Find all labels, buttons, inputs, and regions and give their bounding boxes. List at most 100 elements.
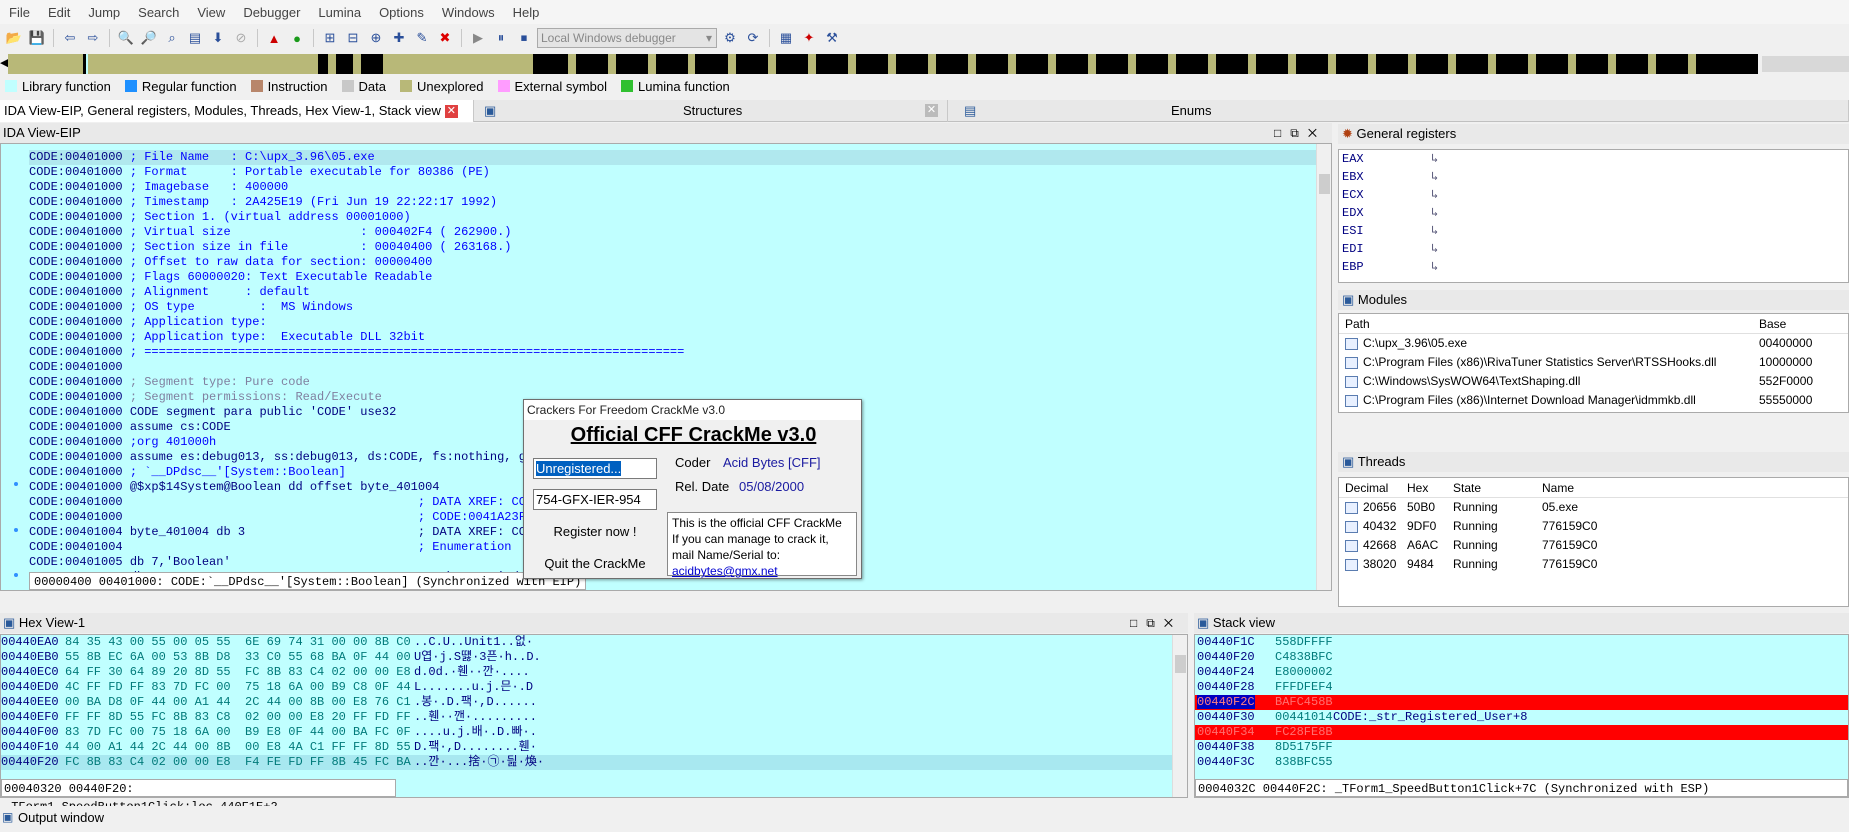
refresh-icon[interactable]: ⟳: [743, 28, 763, 48]
quit-button[interactable]: Quit the CrackMe: [533, 552, 657, 576]
stack-row[interactable]: 00440F1C 558DFFFF: [1195, 635, 1848, 650]
disasm-line[interactable]: CODE:00401000 ; Application type: Execut…: [29, 330, 1319, 345]
stack-row[interactable]: 00440F24 E8000002: [1195, 665, 1848, 680]
registers-panel[interactable]: EAX ↳ EBX ↳ ECX ↳ EDX ↳ ESI ↳ EDI ↳ EBP ↳: [1338, 149, 1849, 283]
green-circle-icon[interactable]: ●: [287, 28, 307, 48]
navigation-band[interactable]: [8, 54, 1758, 74]
pause-icon[interactable]: ⏸: [491, 28, 511, 48]
register-row[interactable]: ESI ↳: [1339, 222, 1848, 240]
stack-row[interactable]: 00440F3C 838BFC55: [1195, 755, 1848, 770]
stop-icon[interactable]: ⏹: [514, 28, 534, 48]
add-node-icon[interactable]: ⊞: [320, 28, 340, 48]
stack-row[interactable]: 00440F28 FFFDFEF4: [1195, 680, 1848, 695]
register-row[interactable]: ECX ↳: [1339, 186, 1848, 204]
breakpoint-icon[interactable]: ✦: [799, 28, 819, 48]
close-icon[interactable]: ✕: [925, 104, 938, 117]
nav-right-arrow-icon[interactable]: ▶: [1746, 56, 1754, 69]
col-name[interactable]: Name: [1542, 478, 1574, 498]
register-button[interactable]: Register now !: [533, 520, 657, 544]
hex-row[interactable]: 00440EE0 00 BA D8 0F 44 00 A1 44 2C 44 00…: [1, 695, 1187, 710]
add-code-icon[interactable]: ⊕: [366, 28, 386, 48]
search-binary-icon[interactable]: 🔎: [139, 28, 159, 48]
thread-row[interactable]: 40432 9DF0 Running 776159C0: [1339, 517, 1848, 536]
module-row[interactable]: C:\upx_3.96\05.exe 00400000: [1339, 334, 1848, 353]
hex-row[interactable]: 00440F00 83 7D FC 00 75 18 6A 00 B9 E8 0F…: [1, 725, 1187, 740]
nav-scroll[interactable]: [1762, 56, 1849, 72]
disasm-line[interactable]: CODE:00401000 ; OS type : MS Windows: [29, 300, 1319, 315]
scroll-thumb[interactable]: [1175, 655, 1186, 673]
jump-down-icon[interactable]: ⬇: [208, 28, 228, 48]
disasm-line[interactable]: CODE:00401000 ; Application type:: [29, 315, 1319, 330]
play-icon[interactable]: ▶: [468, 28, 488, 48]
disasm-line[interactable]: CODE:00401000 ; Alignment : default: [29, 285, 1319, 300]
debugger-select[interactable]: Local Windows debugger: [537, 28, 717, 48]
menu-view[interactable]: View: [188, 5, 234, 20]
thread-row[interactable]: 42668 A6AC Running 776159C0: [1339, 536, 1848, 555]
email-link[interactable]: acidbytes@gmx.net: [672, 563, 852, 579]
tab-structures[interactable]: ▣ Structures ✕: [478, 100, 948, 122]
menu-options[interactable]: Options: [370, 5, 433, 20]
menu-debugger[interactable]: Debugger: [234, 5, 309, 20]
hex-view[interactable]: 00440EA0 84 35 43 00 55 00 05 55 6E 69 74…: [0, 634, 1188, 814]
hex-row[interactable]: 00440EB0 55 8B EC 6A 00 53 8B D8 33 C0 55…: [1, 650, 1187, 665]
stack-row[interactable]: 00440F2C BAFC458B: [1195, 695, 1848, 710]
thread-row[interactable]: 38020 9484 Running 776159C0: [1339, 555, 1848, 574]
stack-view[interactable]: 00440F1C 558DFFFF 00440F20 C4838BFC 00440F24…: [1194, 634, 1849, 798]
col-hex[interactable]: Hex: [1407, 478, 1428, 498]
window-buttons[interactable]: □⧉✕: [1274, 123, 1326, 143]
layout-icon[interactable]: ▦: [776, 28, 796, 48]
hex-row[interactable]: 00440F10 44 00 A1 44 2C 44 00 8B 00 E8 4A…: [1, 740, 1187, 755]
disasm-line[interactable]: CODE:00401000 ; Timestamp : 2A425E19 (Fr…: [29, 195, 1319, 210]
menu-file[interactable]: File: [0, 5, 39, 20]
delete-icon[interactable]: ✖: [435, 28, 455, 48]
thread-row[interactable]: 20656 50B0 Running 05.exe: [1339, 498, 1848, 517]
output-window[interactable]: ▣ Output window: [0, 806, 1849, 832]
disasm-line[interactable]: CODE:00401000 ; File Name : C:\upx_3.96\…: [29, 150, 1319, 165]
open-icon[interactable]: 📂: [4, 28, 24, 48]
hex-row[interactable]: 00440EF0 FF FF 8D 55 FC 8B 83 C8 02 00 00…: [1, 710, 1187, 725]
window-buttons[interactable]: □⧉✕: [1130, 613, 1182, 633]
stack-row[interactable]: 00440F30 00441014 CODE:_str_Registered_Use…: [1195, 710, 1848, 725]
disasm-line[interactable]: CODE:00401000 ; ========================…: [29, 345, 1319, 360]
register-row[interactable]: EBX ↳: [1339, 168, 1848, 186]
disasm-line[interactable]: CODE:00401000 ; Format : Portable execut…: [29, 165, 1319, 180]
col-decimal[interactable]: Decimal: [1345, 478, 1388, 498]
alert-icon[interactable]: ▲: [264, 28, 284, 48]
search-text-icon[interactable]: 🔍: [116, 28, 136, 48]
col-path[interactable]: Path: [1345, 314, 1370, 334]
module-row[interactable]: C:\Program Files (x86)\RivaTuner Statist…: [1339, 353, 1848, 372]
tab-enums[interactable]: ▤ Enums: [958, 100, 1849, 122]
hex-row[interactable]: 00440EC0 64 FF 30 64 89 20 8D 55 FC 8B 83…: [1, 665, 1187, 680]
serial-field[interactable]: 754-GFX-IER-954: [533, 489, 657, 510]
add-node2-icon[interactable]: ⊟: [343, 28, 363, 48]
crackme-dialog[interactable]: Crackers For Freedom CrackMe v3.0 Offici…: [523, 399, 862, 579]
save-icon[interactable]: 💾: [27, 28, 47, 48]
menu-windows[interactable]: Windows: [433, 5, 504, 20]
name-field[interactable]: Unregistered...: [533, 458, 657, 479]
disasm-line[interactable]: CODE:00401000 ; Section size in file : 0…: [29, 240, 1319, 255]
edit-icon[interactable]: ✎: [412, 28, 432, 48]
disasm-line[interactable]: CODE:00401000 ; Offset to raw data for s…: [29, 255, 1319, 270]
graph-icon[interactable]: ▤: [185, 28, 205, 48]
hex-scrollbar[interactable]: [1172, 635, 1187, 797]
menu-edit[interactable]: Edit: [39, 5, 79, 20]
col-base[interactable]: Base: [1759, 314, 1786, 334]
disasm-line[interactable]: CODE:00401000 ; Virtual size : 000402F4 …: [29, 225, 1319, 240]
forward-icon[interactable]: ⇨: [83, 28, 103, 48]
attach-icon[interactable]: ⚙: [720, 28, 740, 48]
register-row[interactable]: EDX ↳: [1339, 204, 1848, 222]
menu-search[interactable]: Search: [129, 5, 188, 20]
stack-row[interactable]: 00440F34 FC28FE8B: [1195, 725, 1848, 740]
disasm-line[interactable]: CODE:00401000 ; Section 1. (virtual addr…: [29, 210, 1319, 225]
stack-row[interactable]: 00440F20 C4838BFC: [1195, 650, 1848, 665]
hex-row[interactable]: 00440F20 FC 8B 83 C4 02 00 00 E8 F4 FE FD…: [1, 755, 1187, 770]
menu-jump[interactable]: Jump: [79, 5, 129, 20]
hex-row[interactable]: 00440EA0 84 35 43 00 55 00 05 55 6E 69 74…: [1, 635, 1187, 650]
close-icon[interactable]: ✕: [444, 105, 458, 119]
disasm-line[interactable]: CODE:00401000: [29, 360, 1319, 375]
tab-main[interactable]: IDA View-EIP, General registers, Modules…: [0, 100, 474, 122]
modules-table[interactable]: Path Base C:\upx_3.96\05.exe 00400000 C:\P…: [1338, 313, 1849, 413]
back-icon[interactable]: ⇦: [60, 28, 80, 48]
hex-row[interactable]: 00440ED0 4C FF FD FF 83 7D FC 00 75 18 6A…: [1, 680, 1187, 695]
step-icon[interactable]: ✚: [389, 28, 409, 48]
